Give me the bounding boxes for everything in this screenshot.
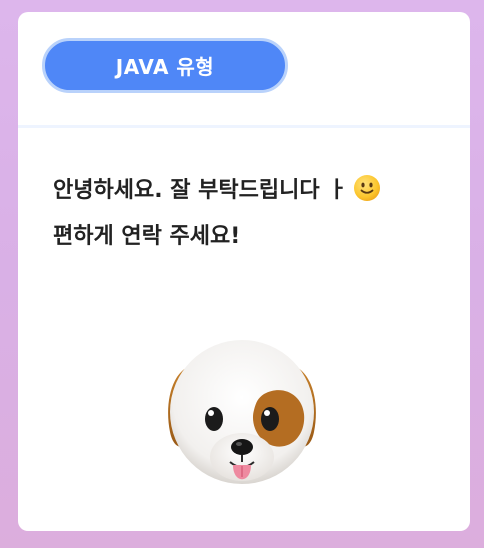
message-line-2: 편하게 연락 주세요!	[53, 214, 438, 260]
smiling-face-icon	[354, 175, 381, 201]
type-badge-button[interactable]: JAVA 유형	[42, 38, 288, 93]
profile-card: JAVA 유형 안녕하세요. 잘 부탁드립니다 ㅏ 편하게 연락 주세요!	[18, 12, 470, 531]
message-text-2: 편하게 연락 주세요!	[53, 224, 241, 249]
card-header: JAVA 유형	[18, 12, 470, 128]
message-text-1: 안녕하세요. 잘 부탁드립니다 ㅏ	[53, 178, 348, 203]
message-line-1: 안녕하세요. 잘 부탁드립니다 ㅏ	[53, 168, 438, 214]
dog-face-icon	[168, 340, 316, 484]
card-body: 안녕하세요. 잘 부탁드립니다 ㅏ 편하게 연락 주세요!	[18, 128, 470, 260]
